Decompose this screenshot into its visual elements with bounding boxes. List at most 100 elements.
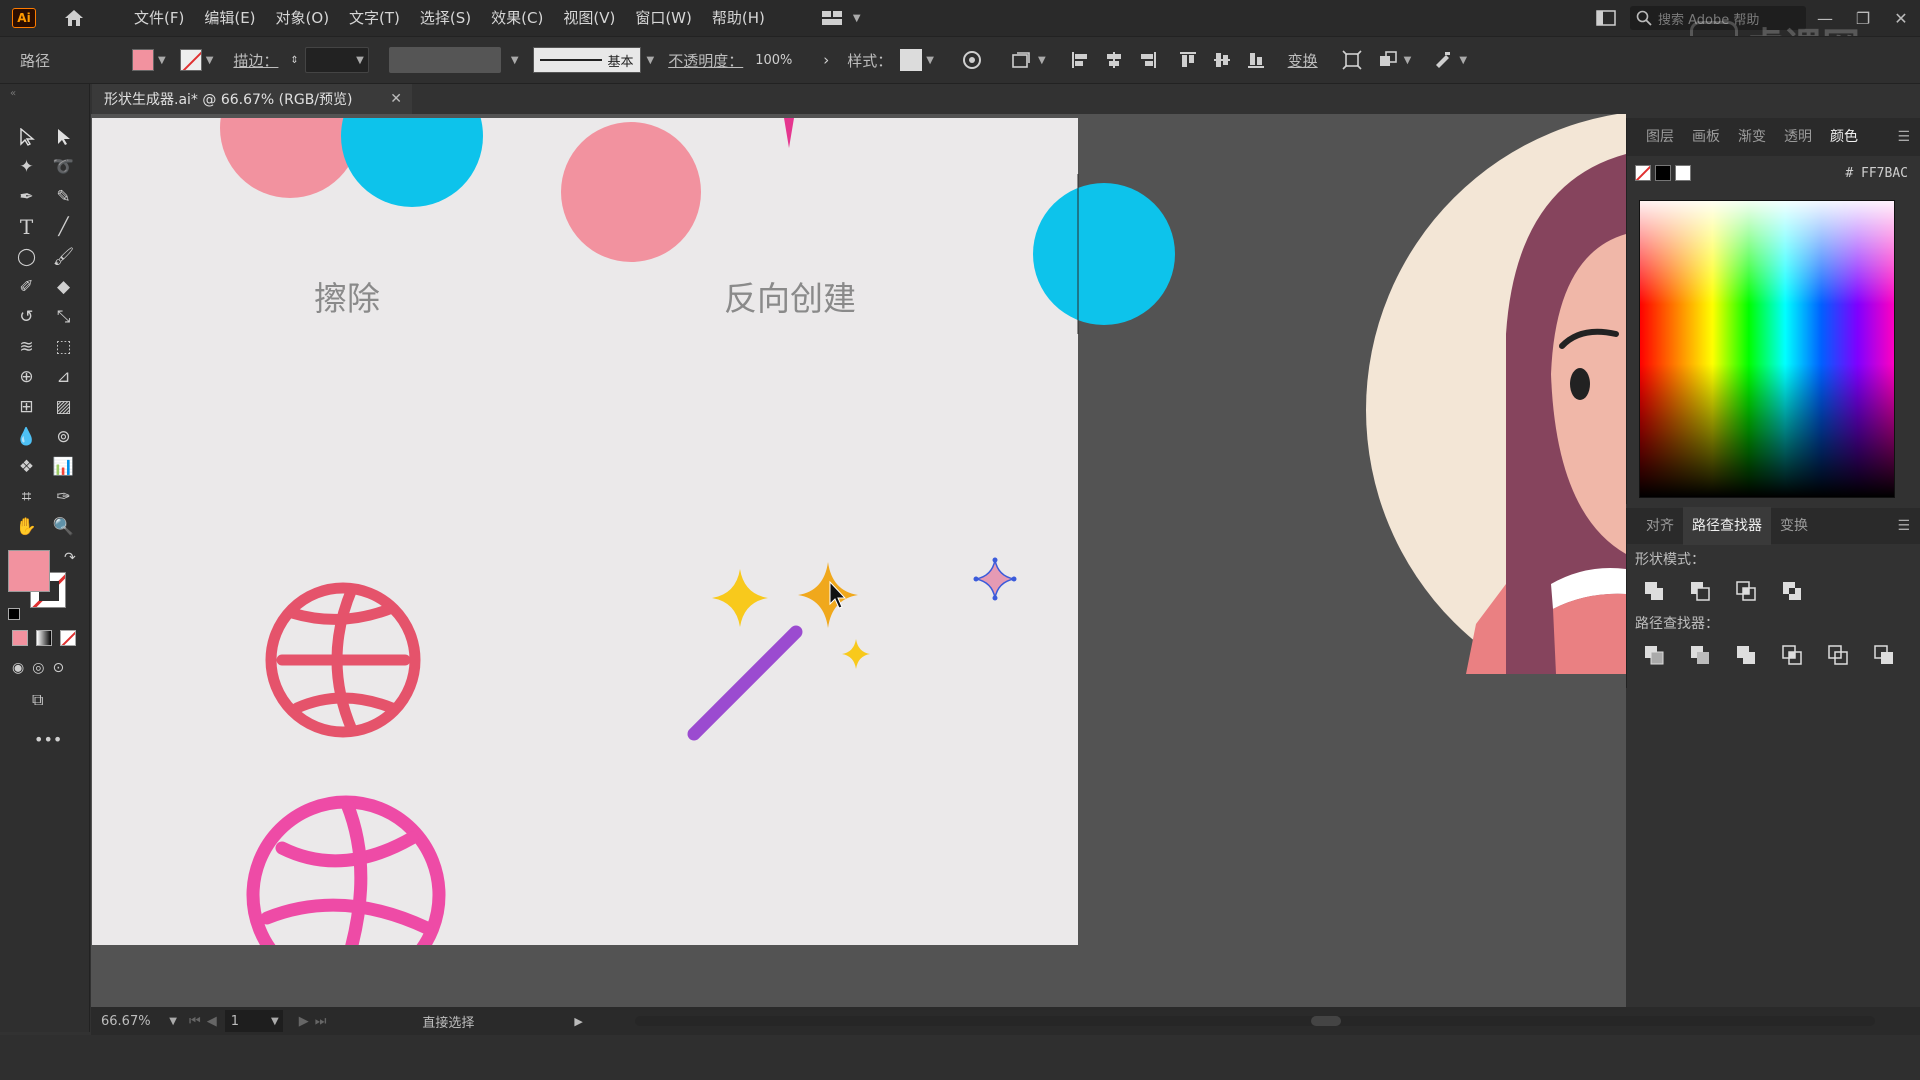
panel-layout-icon[interactable]	[1594, 6, 1618, 30]
hand-tool-icon[interactable]: ✋	[8, 512, 45, 542]
chevron-down-icon[interactable]: ▼	[1459, 55, 1467, 66]
chevron-right-icon[interactable]: ›	[823, 51, 829, 69]
close-icon[interactable]: ✕	[390, 91, 402, 107]
chevron-down-icon[interactable]: ▼	[1038, 55, 1046, 66]
unite-icon[interactable]	[1641, 578, 1667, 604]
perspective-grid-tool-icon[interactable]: ⊿	[45, 362, 82, 392]
close-window-button[interactable]: ✕	[1882, 0, 1920, 36]
white-swatch[interactable]	[1675, 165, 1691, 181]
document-tab[interactable]: 形状生成器.ai* @ 66.67% (RGB/预览) ✕	[92, 84, 412, 114]
menu-window[interactable]: 窗口(W)	[625, 0, 702, 36]
color-spectrum[interactable]	[1639, 200, 1895, 498]
slice-tool-icon[interactable]: ✑	[45, 482, 82, 512]
gradient-mode-icon[interactable]	[36, 630, 52, 646]
help-search[interactable]: 搜索 Adobe 帮助	[1630, 6, 1806, 30]
panel-menu-icon[interactable]: ☰	[1897, 518, 1910, 534]
magic-wand-tool-icon[interactable]: ✦	[8, 152, 45, 182]
eyedropper-tool-icon[interactable]: 💧	[8, 422, 45, 452]
recolor-icon[interactable]	[960, 48, 984, 72]
stepper-icon[interactable]: ⇕	[290, 55, 298, 66]
direct-selection-tool-icon[interactable]	[45, 122, 82, 152]
variable-width-profile[interactable]	[388, 47, 501, 73]
last-page-icon[interactable]: ⏭	[315, 1014, 327, 1029]
shape-builder-tool-icon[interactable]: ⊕	[8, 362, 45, 392]
zoom-tool-icon[interactable]: 🔍	[45, 512, 82, 542]
blob-brush-tool-icon[interactable]: ✐	[8, 272, 45, 302]
menu-file[interactable]: 文件(F)	[124, 0, 194, 36]
menu-edit[interactable]: 编辑(E)	[194, 0, 265, 36]
pink-drop-shape[interactable]	[784, 118, 794, 148]
horizontal-scrollbar[interactable]	[635, 1016, 1875, 1026]
pink-circle-center[interactable]	[561, 122, 701, 262]
pen-tool-icon[interactable]: ✒	[8, 182, 45, 212]
artboard-tool-icon[interactable]: ⌗	[8, 482, 45, 512]
tab-gradient[interactable]: 渐变	[1729, 118, 1775, 156]
default-colors-icon[interactable]	[8, 608, 20, 620]
transform-link[interactable]: 变换	[1288, 50, 1318, 71]
graphic-style-swatch[interactable]	[900, 49, 923, 71]
chevron-down-icon[interactable]: ▼	[511, 55, 519, 66]
collapse-icon[interactable]: «	[10, 88, 16, 99]
menu-effect[interactable]: 效果(C)	[481, 0, 553, 36]
canvas[interactable]: 擦除 反向创建	[91, 114, 1626, 1007]
menu-type[interactable]: 文字(T)	[339, 0, 410, 36]
tab-transparency[interactable]: 透明	[1775, 118, 1821, 156]
workspace-switcher[interactable]: ▼	[821, 10, 861, 26]
fill-indicator[interactable]	[8, 550, 50, 592]
opacity-input[interactable]: 100%	[749, 47, 809, 73]
scale-tool-icon[interactable]: ⤡	[45, 302, 82, 332]
free-transform-tool-icon[interactable]: ⬚	[45, 332, 82, 362]
opacity-label[interactable]: 不透明度：	[668, 50, 743, 71]
draw-behind-icon[interactable]: ◎	[32, 660, 44, 676]
screen-mode-icon[interactable]: ⧉	[32, 690, 43, 710]
stroke-weight-input[interactable]: ▼	[304, 47, 369, 73]
stroke-dropdown-icon[interactable]: ▼	[206, 55, 214, 66]
chevron-down-icon[interactable]: ▼	[926, 55, 934, 66]
color-mode-icon[interactable]	[12, 630, 28, 646]
more-tools-icon[interactable]: •••	[34, 730, 62, 749]
none-mode-icon[interactable]	[60, 630, 76, 646]
line-tool-icon[interactable]: ╱	[45, 212, 82, 242]
type-tool-icon[interactable]: T	[8, 212, 45, 242]
arrange-icon[interactable]	[1376, 48, 1400, 72]
blend-tool-icon[interactable]: ⊚	[45, 422, 82, 452]
next-page-icon[interactable]: ▶	[299, 1014, 309, 1029]
outline-icon[interactable]	[1825, 642, 1851, 668]
minimize-button[interactable]: —	[1806, 0, 1844, 36]
red-basketball-shape[interactable]	[265, 582, 421, 738]
menu-view[interactable]: 视图(V)	[553, 0, 625, 36]
align-middle-icon[interactable]	[1210, 48, 1234, 72]
intersect-icon[interactable]	[1733, 578, 1759, 604]
curvature-tool-icon[interactable]: ✎	[45, 182, 82, 212]
sparkle-small[interactable]	[842, 639, 870, 669]
chevron-down-icon[interactable]: ▼	[647, 55, 655, 66]
hex-value-field[interactable]: # FF7BAC	[1845, 166, 1908, 181]
fill-dropdown-icon[interactable]: ▼	[158, 55, 166, 66]
cyan-circle-right[interactable]	[1033, 183, 1175, 325]
pink-circle-top-left[interactable]	[220, 118, 360, 198]
selected-star-shape[interactable]	[973, 557, 1017, 601]
brush-definition[interactable]: 基本	[532, 47, 641, 73]
stroke-weight-label[interactable]: 描边：	[233, 50, 278, 71]
align-to-icon[interactable]	[1010, 48, 1034, 72]
trim-icon[interactable]	[1687, 642, 1713, 668]
none-swatch[interactable]	[1635, 165, 1651, 181]
minus-back-icon[interactable]	[1871, 642, 1897, 668]
panel-menu-icon[interactable]: ☰	[1897, 129, 1910, 145]
draw-inside-icon[interactable]: ⊙	[52, 660, 64, 676]
menu-object[interactable]: 对象(O)	[266, 0, 340, 36]
tab-transform[interactable]: 变换	[1771, 507, 1817, 545]
properties-icon[interactable]	[1431, 48, 1455, 72]
mesh-tool-icon[interactable]: ⊞	[8, 392, 45, 422]
minus-front-icon[interactable]	[1687, 578, 1713, 604]
gradient-tool-icon[interactable]: ▨	[45, 392, 82, 422]
selection-tool-icon[interactable]	[8, 122, 45, 152]
merge-icon[interactable]	[1733, 642, 1759, 668]
tab-color[interactable]: 颜色	[1821, 118, 1867, 156]
expand-button[interactable]	[1843, 578, 1897, 604]
first-page-icon[interactable]: ⏮	[189, 1014, 201, 1029]
chevron-down-icon[interactable]: ▼	[1404, 55, 1412, 66]
exclude-icon[interactable]	[1779, 578, 1805, 604]
width-tool-icon[interactable]: ≋	[8, 332, 45, 362]
fill-swatch[interactable]	[132, 49, 154, 71]
